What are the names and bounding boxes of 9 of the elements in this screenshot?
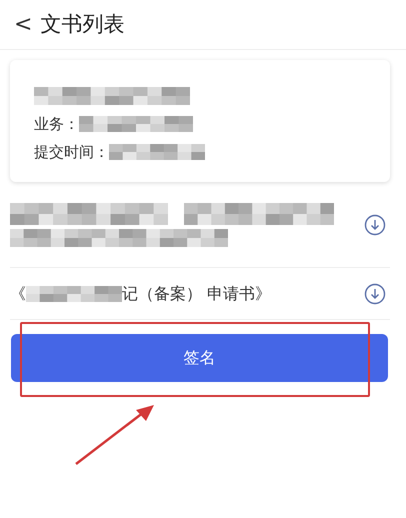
- download-icon[interactable]: [364, 283, 386, 306]
- download-icon[interactable]: [364, 214, 386, 236]
- field-label: 提交时间：: [34, 142, 109, 163]
- back-button[interactable]: <: [14, 14, 32, 36]
- document-title-start[interactable]: 《: [10, 282, 26, 306]
- document-title-end[interactable]: 记（备案） 申请书》: [122, 282, 272, 306]
- sign-button[interactable]: 签名: [11, 334, 388, 382]
- field-label: 业务：: [34, 114, 79, 135]
- page-title: 文书列表: [40, 10, 124, 38]
